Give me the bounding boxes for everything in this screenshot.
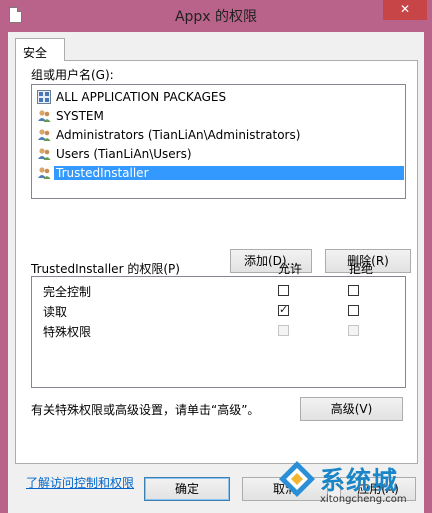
group-names-label: 组或用户名(G): — [31, 68, 114, 82]
permissions-header: TrustedInstaller 的权限(P) — [31, 262, 180, 276]
list-item[interactable]: ALL APPLICATION PACKAGES — [33, 88, 404, 107]
app-packages-icon — [37, 90, 51, 104]
permission-name: 读取 — [43, 305, 68, 319]
dialog-body: 安全 组或用户名(G): ALL APPLICATION PACKAGES SY… — [8, 32, 424, 513]
users-icon — [37, 166, 51, 180]
list-item[interactable]: Users (TianLiAn\Users) — [33, 145, 404, 164]
permission-row: 读取 ✓ — [43, 303, 403, 322]
deny-checkbox[interactable] — [348, 285, 359, 296]
list-item[interactable]: Administrators (TianLiAn\Administrators) — [33, 126, 404, 145]
window-title: Appx 的权限 — [174, 9, 258, 25]
allow-checkbox[interactable] — [278, 285, 289, 296]
tab-security[interactable]: 安全 — [15, 38, 65, 61]
permissions-list: 完全控制 读取 ✓ 特殊权限 — [31, 276, 406, 388]
permission-row: 特殊权限 — [43, 323, 403, 342]
title-bar: Appx 的权限 ✕ — [0, 0, 432, 32]
list-item-label: Users (TianLiAn\Users) — [56, 147, 192, 161]
access-control-link[interactable]: 了解访问控制和权限 — [26, 474, 134, 491]
watermark-brand: 系统城 — [320, 466, 399, 495]
security-panel: 组或用户名(G): ALL APPLICATION PACKAGES SYSTE… — [15, 60, 418, 490]
advanced-button[interactable]: 高级(V) — [300, 397, 403, 421]
watermark-logo-icon — [278, 460, 316, 498]
list-item-label: Administrators (TianLiAn\Administrators) — [56, 128, 301, 142]
users-icon — [37, 128, 51, 142]
permission-name: 完全控制 — [43, 285, 92, 299]
allow-checkbox — [278, 325, 289, 336]
list-item[interactable]: SYSTEM — [33, 107, 404, 126]
allow-checkbox[interactable]: ✓ — [278, 303, 289, 316]
ok-button[interactable]: 确定 — [144, 477, 230, 501]
users-icon — [37, 109, 51, 123]
deny-column-header: 拒绝 — [349, 262, 374, 276]
list-item-label: TrustedInstaller — [54, 166, 404, 180]
group-user-list[interactable]: ALL APPLICATION PACKAGES SYSTEM Administ… — [31, 84, 406, 199]
users-icon — [37, 147, 51, 161]
permission-name: 特殊权限 — [43, 325, 92, 339]
advanced-hint: 有关特殊权限或高级设置，请单击“高级”。 — [31, 403, 260, 417]
permission-row: 完全控制 — [43, 283, 403, 302]
deny-checkbox — [348, 325, 359, 336]
watermark-site: xitongcheng.com — [320, 494, 407, 505]
checkmark-icon: ✓ — [279, 303, 289, 316]
list-item-label: SYSTEM — [56, 109, 104, 123]
allow-column-header: 允许 — [278, 262, 303, 276]
list-item-selected[interactable]: TrustedInstaller — [33, 164, 404, 183]
deny-checkbox[interactable] — [348, 305, 359, 316]
close-button[interactable]: ✕ — [383, 0, 427, 20]
list-item-label: ALL APPLICATION PACKAGES — [56, 90, 227, 104]
